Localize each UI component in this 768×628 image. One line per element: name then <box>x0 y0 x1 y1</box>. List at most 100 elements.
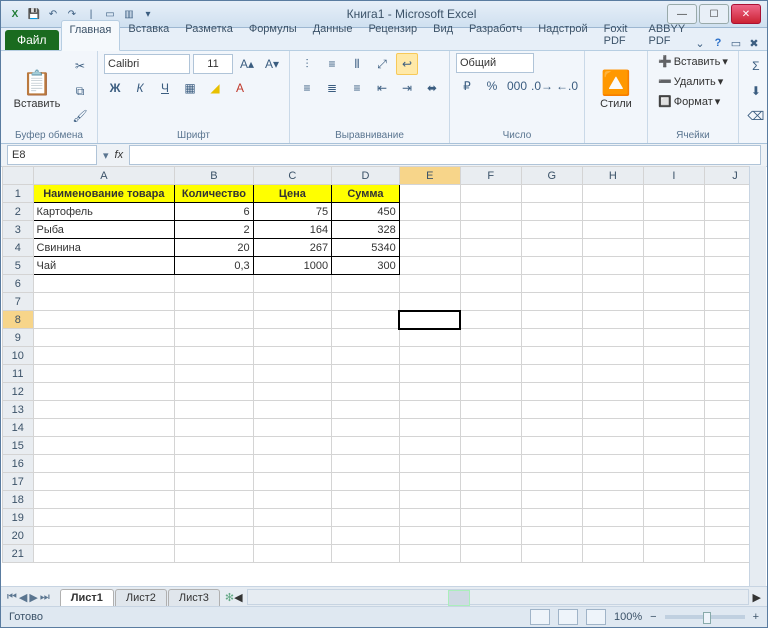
cell[interactable] <box>643 365 704 383</box>
cell[interactable] <box>643 203 704 221</box>
italic-icon[interactable]: К <box>129 77 151 99</box>
col-header[interactable]: C <box>253 167 331 185</box>
cell[interactable] <box>332 401 400 419</box>
cell[interactable] <box>332 365 400 383</box>
row-header[interactable]: 16 <box>3 455 34 473</box>
underline-icon[interactable]: Ч <box>154 77 176 99</box>
cell[interactable] <box>521 311 582 329</box>
col-header[interactable]: H <box>582 167 643 185</box>
name-box[interactable]: E8 <box>7 145 97 165</box>
cell[interactable] <box>33 329 175 347</box>
ribbon-minimize-icon[interactable]: ⌄ <box>693 36 707 50</box>
cell[interactable] <box>582 383 643 401</box>
cell[interactable] <box>460 437 521 455</box>
cell[interactable] <box>521 329 582 347</box>
cell[interactable] <box>399 275 460 293</box>
sheet-prev-icon[interactable]: ◀ <box>19 591 27 604</box>
cell[interactable]: Наименование товара <box>33 185 175 203</box>
copy-icon[interactable]: ⧉ <box>69 80 91 102</box>
format-cells-button[interactable]: 🔲 Формат ▾ <box>654 93 732 110</box>
cell[interactable]: 164 <box>253 221 331 239</box>
ribbon-tab-10[interactable]: ABBYY PDF <box>641 20 694 50</box>
cell[interactable] <box>582 347 643 365</box>
row-header[interactable]: 11 <box>3 365 34 383</box>
cell[interactable] <box>643 383 704 401</box>
cell[interactable] <box>582 329 643 347</box>
cell[interactable] <box>33 419 175 437</box>
cell[interactable] <box>332 527 400 545</box>
zoom-level[interactable]: 100% <box>614 611 642 623</box>
cell[interactable] <box>33 275 175 293</box>
cell[interactable] <box>332 275 400 293</box>
col-header[interactable]: B <box>175 167 253 185</box>
clear-icon[interactable]: ⌫ <box>745 105 767 127</box>
cell[interactable] <box>33 383 175 401</box>
cell[interactable] <box>332 509 400 527</box>
formula-input[interactable] <box>129 145 761 165</box>
align-right-icon[interactable]: ≡ <box>346 77 368 99</box>
cell[interactable] <box>33 527 175 545</box>
cell[interactable] <box>399 455 460 473</box>
close-button[interactable]: ✕ <box>731 4 761 24</box>
cell[interactable] <box>582 401 643 419</box>
cell[interactable]: 328 <box>332 221 400 239</box>
cell[interactable] <box>332 347 400 365</box>
delete-cells-button[interactable]: ➖ Удалить ▾ <box>654 73 732 90</box>
zoom-in-icon[interactable]: + <box>753 611 759 623</box>
cell[interactable] <box>582 437 643 455</box>
row-header[interactable]: 8 <box>3 311 34 329</box>
vertical-scrollbar[interactable] <box>749 166 766 587</box>
cell[interactable] <box>332 473 400 491</box>
cell[interactable] <box>460 329 521 347</box>
cell[interactable] <box>399 527 460 545</box>
row-header[interactable]: 9 <box>3 329 34 347</box>
cell[interactable] <box>253 329 331 347</box>
cell[interactable] <box>460 311 521 329</box>
cell[interactable] <box>643 491 704 509</box>
row-header[interactable]: 21 <box>3 545 34 563</box>
cell[interactable]: 20 <box>175 239 253 257</box>
ribbon-tab-8[interactable]: Надстрой <box>530 20 595 50</box>
increase-font-icon[interactable]: A▴ <box>236 53 258 75</box>
cell[interactable]: 0,3 <box>175 257 253 275</box>
ribbon-tab-7[interactable]: Разработч <box>461 20 530 50</box>
cut-icon[interactable]: ✂ <box>69 55 91 77</box>
cell[interactable] <box>643 545 704 563</box>
cell[interactable] <box>582 419 643 437</box>
cell[interactable] <box>521 257 582 275</box>
cell[interactable] <box>399 419 460 437</box>
doc-restore-icon[interactable]: ▭ <box>729 36 743 50</box>
cell[interactable] <box>33 491 175 509</box>
cell[interactable]: 300 <box>332 257 400 275</box>
cell[interactable] <box>399 509 460 527</box>
cell[interactable] <box>521 185 582 203</box>
cell[interactable] <box>175 509 253 527</box>
cell[interactable]: 6 <box>175 203 253 221</box>
align-bottom-icon[interactable]: ⫴ <box>346 53 368 75</box>
ribbon-tab-2[interactable]: Разметка <box>177 20 241 50</box>
file-tab[interactable]: Файл <box>5 30 59 50</box>
cell[interactable] <box>175 527 253 545</box>
cell[interactable]: 450 <box>332 203 400 221</box>
decrease-decimal-icon[interactable]: ←.0 <box>556 75 578 97</box>
cell[interactable] <box>33 365 175 383</box>
cell[interactable] <box>332 437 400 455</box>
cell[interactable] <box>460 185 521 203</box>
cell[interactable] <box>399 347 460 365</box>
cell[interactable] <box>460 347 521 365</box>
row-header[interactable]: 19 <box>3 509 34 527</box>
page-layout-view-button[interactable] <box>558 609 578 625</box>
border-icon[interactable]: ▦ <box>179 77 201 99</box>
ribbon-tab-3[interactable]: Формулы <box>241 20 305 50</box>
cell[interactable] <box>253 365 331 383</box>
cell[interactable] <box>253 419 331 437</box>
cell[interactable] <box>175 401 253 419</box>
cell[interactable] <box>643 311 704 329</box>
cell[interactable] <box>643 221 704 239</box>
cell[interactable]: Цена <box>253 185 331 203</box>
fill-color-icon[interactable]: ◢ <box>204 77 226 99</box>
cell[interactable] <box>643 473 704 491</box>
cell[interactable] <box>253 293 331 311</box>
row-header[interactable]: 14 <box>3 419 34 437</box>
row-header[interactable]: 20 <box>3 527 34 545</box>
